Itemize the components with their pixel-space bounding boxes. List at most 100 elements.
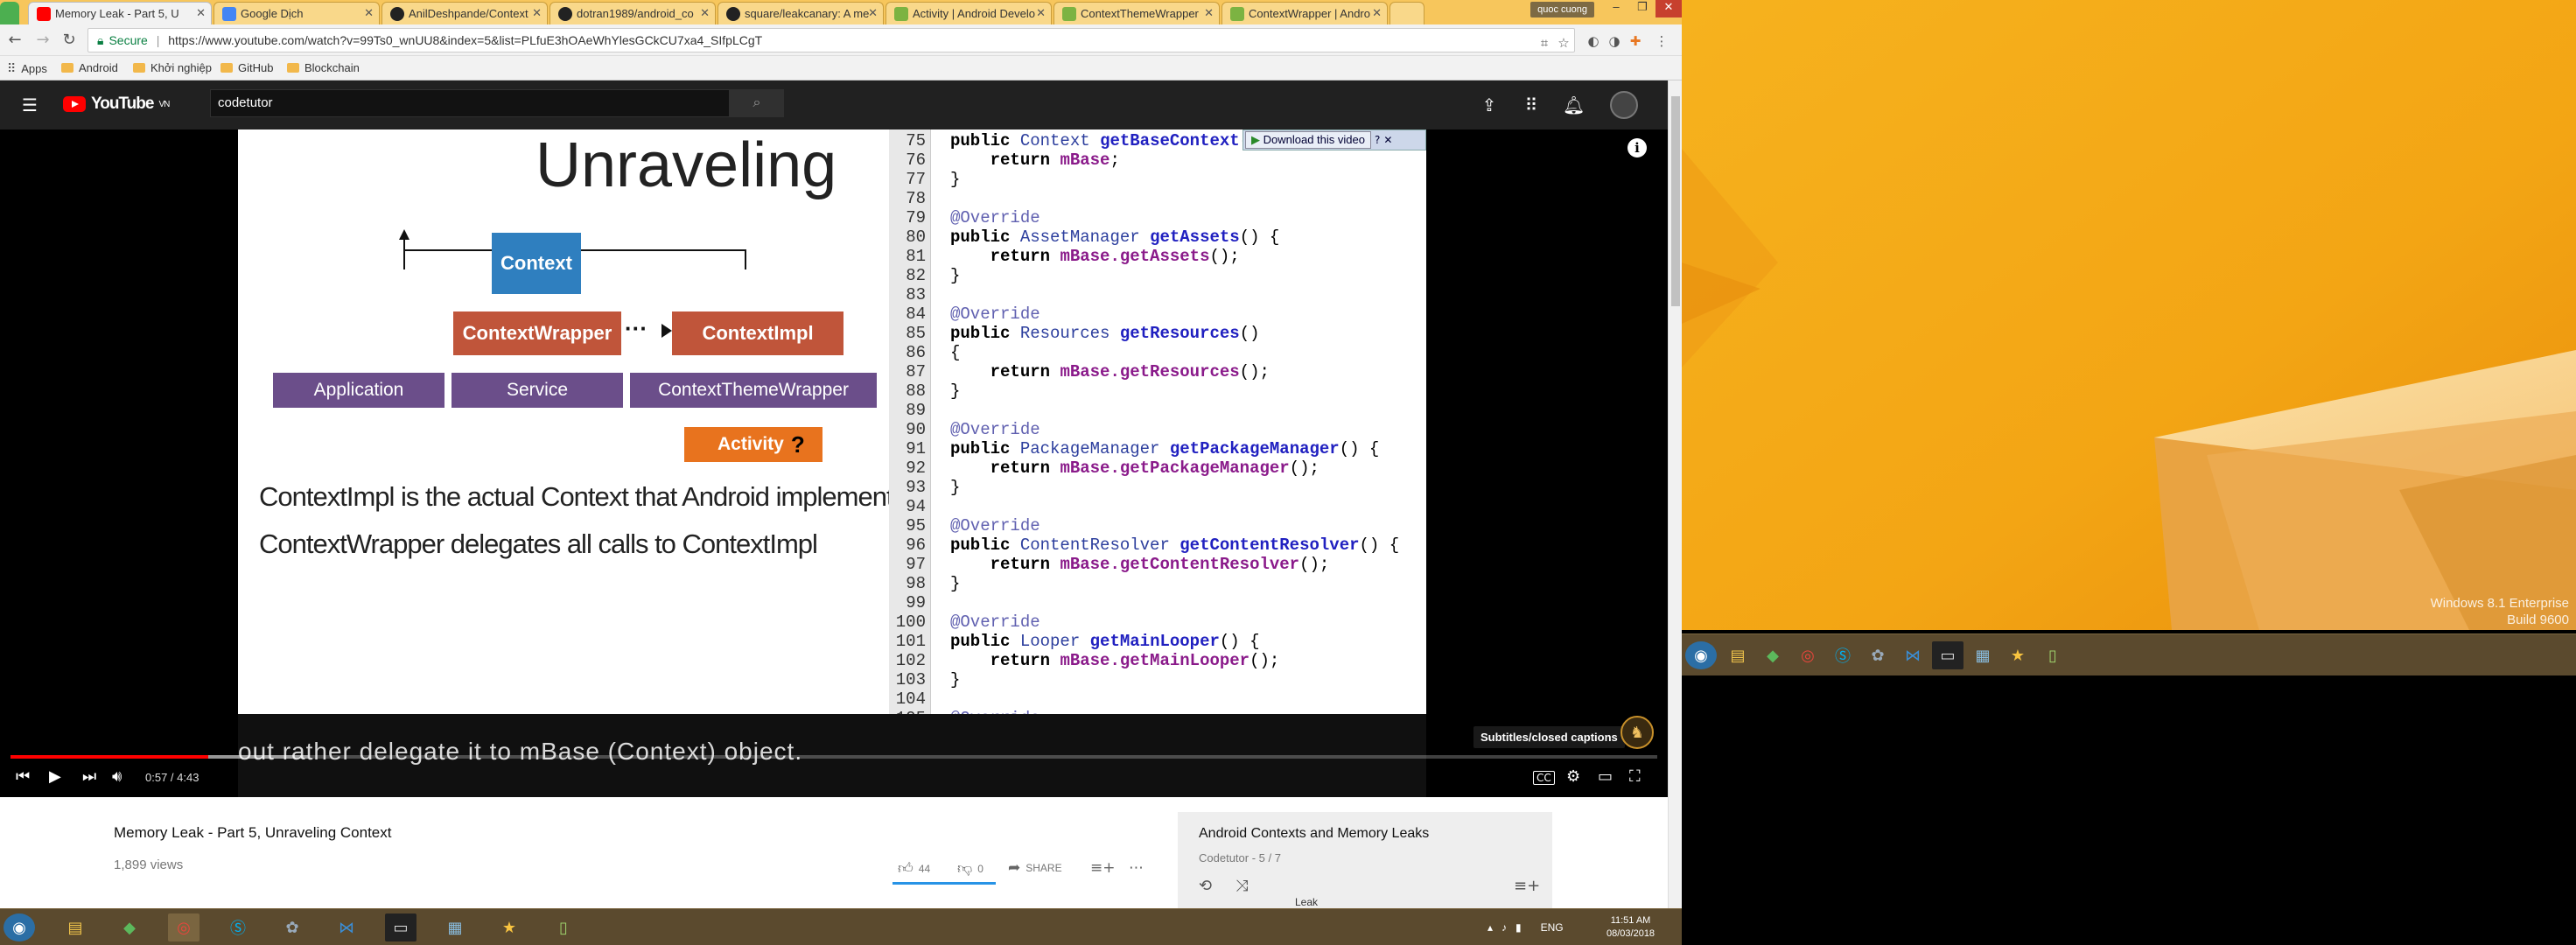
download-video-bar[interactable]: ▶ Download this video ? ✕ xyxy=(1242,130,1426,150)
page-scrollbar[interactable] xyxy=(1668,80,1682,908)
skype-icon[interactable]: Ⓢ xyxy=(222,914,254,942)
new-tab-button[interactable] xyxy=(1390,2,1424,24)
playlist-next-item[interactable]: Leak xyxy=(1295,896,1318,908)
start-orb-icon[interactable]: ◉ xyxy=(1685,641,1717,669)
extension-icon[interactable]: ◑ xyxy=(1606,33,1622,49)
scrollbar-thumb[interactable] xyxy=(1671,96,1680,306)
app-icon[interactable]: ✿ xyxy=(276,914,308,942)
share-button[interactable]: ➦ SHARE xyxy=(1008,859,1062,877)
chrome-icon[interactable]: ◎ xyxy=(1792,641,1824,669)
bookmark-star-icon[interactable]: ☆ xyxy=(1556,35,1572,51)
search-input[interactable]: codetutor xyxy=(210,89,730,117)
tab-google-translate[interactable]: Google Dịch ✕ xyxy=(214,2,380,24)
file-explorer-icon[interactable]: ▤ xyxy=(60,914,91,942)
extension-icon[interactable]: ◐ xyxy=(1586,33,1601,49)
windows-user-badge[interactable]: quoc cuong xyxy=(1530,2,1594,18)
youtube-logo[interactable]: YouTube VN xyxy=(63,94,170,114)
video-player[interactable]: Unraveling Context ContextWrapper ··· Co… xyxy=(0,130,1668,797)
close-tab-icon[interactable]: ✕ xyxy=(1372,6,1382,20)
close-icon[interactable]: ✕ xyxy=(1383,134,1392,146)
hamburger-menu-icon[interactable]: ☰ xyxy=(19,94,40,116)
image-viewer-icon[interactable]: ▦ xyxy=(1967,641,1998,669)
bookmark-github[interactable]: GitHub xyxy=(220,61,273,74)
forward-icon[interactable]: → xyxy=(33,32,52,51)
tab-contextthemewrapper[interactable]: ContextThemeWrapper ✕ xyxy=(1054,2,1220,24)
image-viewer-icon[interactable]: ▦ xyxy=(439,914,471,942)
tab-github-android[interactable]: dotran1989/android_co ✕ xyxy=(550,2,716,24)
clock[interactable]: 11:51 AM 08/03/2018 xyxy=(1606,909,1655,945)
previous-icon[interactable]: ⏮ xyxy=(16,767,30,786)
tray-arrow-icon[interactable]: ▴ xyxy=(1488,921,1493,934)
extension-icon[interactable]: ✚ xyxy=(1628,33,1643,49)
volume-icon[interactable]: ♪ xyxy=(1502,921,1507,934)
minimize-icon[interactable]: – xyxy=(1603,0,1629,18)
file-explorer-icon[interactable]: ▤ xyxy=(1722,641,1754,669)
playlist-title[interactable]: Android Contexts and Memory Leaks xyxy=(1199,826,1429,842)
tab-contextwrapper[interactable]: ContextWrapper | Andro ✕ xyxy=(1222,2,1388,24)
notifications-bell-icon[interactable]: 🔔︎ xyxy=(1563,94,1585,116)
app-badge-icon[interactable]: ★ xyxy=(494,914,525,942)
app-launcher-tab-icon[interactable] xyxy=(0,2,19,24)
back-icon[interactable]: ← xyxy=(5,32,24,51)
close-tab-icon[interactable]: ✕ xyxy=(532,6,542,20)
settings-gear-icon[interactable]: ⚙ xyxy=(1566,767,1580,786)
bookmark-blockchain[interactable]: Blockchain xyxy=(287,61,360,74)
subtitles-cc-icon[interactable]: CC xyxy=(1533,771,1555,785)
close-tab-icon[interactable]: ✕ xyxy=(1036,6,1046,20)
next-icon[interactable]: ⏭ xyxy=(82,767,96,786)
progress-bar[interactable] xyxy=(10,755,1657,759)
channel-watermark-icon[interactable]: ♞ xyxy=(1620,716,1654,749)
avatar[interactable] xyxy=(1610,91,1638,119)
info-icon[interactable]: i xyxy=(1628,138,1647,158)
translate-icon[interactable]: ⌗ xyxy=(1536,35,1552,51)
theater-mode-icon[interactable]: ▭ xyxy=(1598,767,1613,786)
like-button[interactable]: 👍︎ 44 xyxy=(898,859,930,878)
close-tab-icon[interactable]: ✕ xyxy=(700,6,710,20)
app-icon[interactable]: ✿ xyxy=(1862,641,1894,669)
android-studio-icon[interactable]: ◆ xyxy=(1757,641,1788,669)
tab-leakcanary[interactable]: square/leakcanary: A me ✕ xyxy=(718,2,884,24)
download-button[interactable]: ▶ Download this video xyxy=(1245,131,1371,149)
notes-icon[interactable]: ▯ xyxy=(548,914,579,942)
close-tab-icon[interactable]: ✕ xyxy=(196,6,206,20)
close-window-icon[interactable]: ✕ xyxy=(1656,0,1682,18)
lang-indicator[interactable]: ENG xyxy=(1541,921,1564,934)
address-bar[interactable]: 🔒︎ Secure | https://www.youtube.com/watch… xyxy=(88,28,1575,52)
terminal-icon[interactable]: ▭ xyxy=(1932,641,1964,669)
start-orb-icon[interactable]: ◉ xyxy=(4,914,35,942)
close-tab-icon[interactable]: ✕ xyxy=(1204,6,1214,20)
tab-github-context[interactable]: AnilDeshpande/Context ✕ xyxy=(382,2,548,24)
vscode-icon[interactable]: ⋈ xyxy=(1897,641,1928,669)
close-tab-icon[interactable]: ✕ xyxy=(364,6,374,20)
tab-youtube[interactable]: Memory Leak - Part 5, U ✕ xyxy=(28,2,212,24)
fullscreen-icon[interactable]: ⛶ xyxy=(1629,767,1641,786)
android-studio-icon[interactable]: ◆ xyxy=(114,914,145,942)
volume-icon[interactable]: 🔊︎ xyxy=(112,767,122,786)
dislike-button[interactable]: 👎︎ 0 xyxy=(957,859,984,878)
menu-kebab-icon[interactable]: ⋮ xyxy=(1654,33,1670,49)
upload-icon[interactable]: ⇪ xyxy=(1479,94,1500,116)
search-button[interactable]: ⌕ xyxy=(730,89,784,117)
bookmark-khoi-nghiep[interactable]: Khởi nghiệp xyxy=(133,61,212,74)
chrome-icon[interactable]: ◎ xyxy=(168,914,200,942)
help-icon[interactable]: ? xyxy=(1375,134,1380,146)
bookmark-apps[interactable]: ⠿ Apps xyxy=(7,61,47,76)
play-icon[interactable]: ▶ xyxy=(49,767,61,786)
reload-icon[interactable]: ↻ xyxy=(60,32,79,51)
tab-activity-docs[interactable]: Activity | Android Develo ✕ xyxy=(886,2,1052,24)
vscode-icon[interactable]: ⋈ xyxy=(331,914,362,942)
maximize-icon[interactable]: ❐ xyxy=(1629,0,1656,18)
save-playlist-icon[interactable]: ≡+ xyxy=(1514,877,1540,895)
close-tab-icon[interactable]: ✕ xyxy=(868,6,878,20)
skype-icon[interactable]: Ⓢ xyxy=(1827,641,1858,669)
bookmark-android[interactable]: Android xyxy=(61,61,118,74)
app-badge-icon[interactable]: ★ xyxy=(2002,641,2034,669)
more-actions-icon[interactable]: ⋯ xyxy=(1129,859,1144,877)
add-to-playlist-icon[interactable]: ≡+ xyxy=(1090,859,1116,877)
notes-icon[interactable]: ▯ xyxy=(2037,641,2068,669)
loop-icon[interactable]: ⟲ xyxy=(1199,877,1212,895)
network-icon[interactable]: ▮ xyxy=(1516,921,1522,934)
shuffle-icon[interactable]: ⤨ xyxy=(1236,877,1248,895)
terminal-icon[interactable]: ▭ xyxy=(385,914,416,942)
apps-grid-icon[interactable]: ⠿ xyxy=(1521,94,1542,116)
